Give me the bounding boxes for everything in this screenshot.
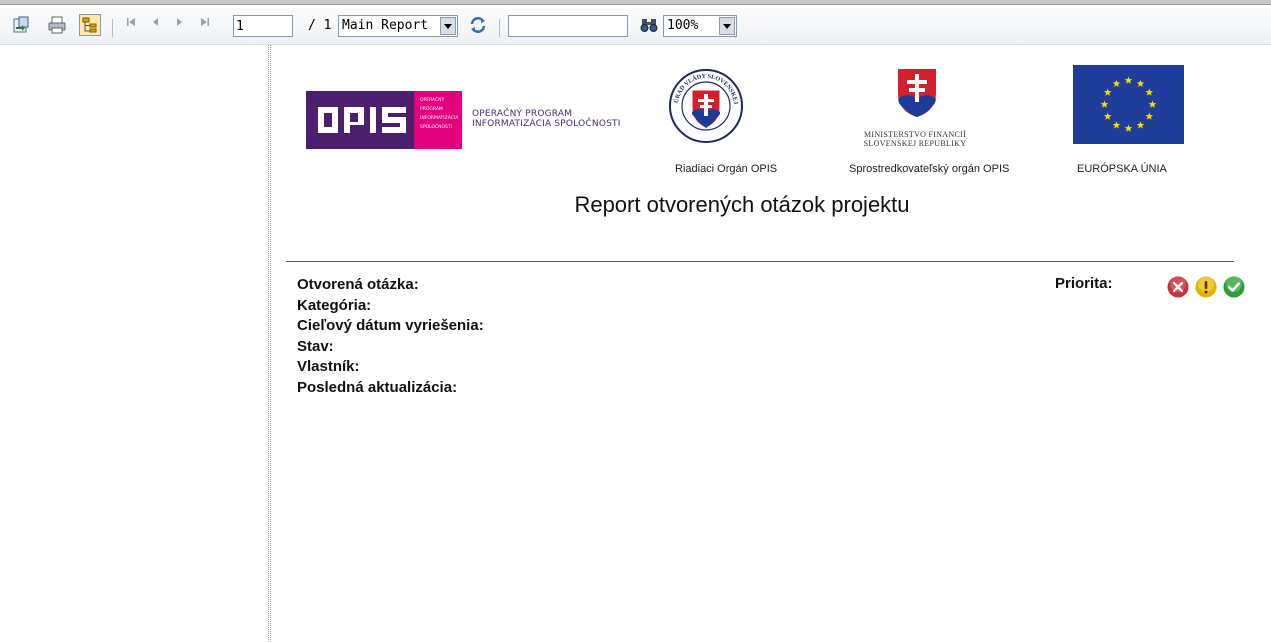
priority-label: Priorita: <box>1055 275 1113 292</box>
page-number-input[interactable] <box>233 15 293 37</box>
chevron-down-icon[interactable] <box>440 17 456 35</box>
search-input[interactable] <box>508 15 628 37</box>
ministry-crest <box>898 69 936 117</box>
opis-caption: OPERAČNÝ PROGRAM INFORMATIZÁCIA SPOLOČNO… <box>472 109 621 129</box>
government-office-seal: ÚRAD VLÁDY SLOVENSKEJ REPUBLIKY <box>668 68 743 143</box>
priority-medium-icon <box>1195 276 1217 298</box>
caption-sprostredkovatelsky-organ: Sprostredkovateľský orgán OPIS <box>849 163 1010 175</box>
report-title: Report otvorených otázok projektu <box>574 192 910 217</box>
report-page: OPERAČNÝ PROGRAM INFORMATIZÁCIA SPOLOČNO… <box>272 46 1271 642</box>
field-last-update: Posledná aktualizácia: <box>297 378 458 396</box>
binoculars-icon <box>640 19 658 32</box>
export-icon <box>13 16 29 33</box>
eu-flag <box>1073 65 1184 144</box>
report-select[interactable]: Main Report <box>338 15 458 37</box>
opis-caption-line1: OPERAČNÝ PROGRAM <box>472 109 573 119</box>
report-viewer-toolbar: / 1 Main Report 100% <box>0 8 1271 44</box>
field-target-date: Cieľový dátum vyriešenia: <box>297 317 484 334</box>
toolbar-separator <box>499 19 500 37</box>
report-header-rule <box>286 261 1234 262</box>
export-button[interactable] <box>10 14 32 36</box>
find-button[interactable] <box>638 14 660 36</box>
group-tree-splitter[interactable] <box>268 45 271 642</box>
field-status: Stav: <box>297 337 334 355</box>
field-owner: Vlastník: <box>297 358 360 375</box>
opis-logo-small-text: OPERAČNÝ <box>420 96 445 103</box>
refresh-icon <box>470 17 486 33</box>
report-select-value: Main Report <box>342 18 429 33</box>
first-page-button[interactable] <box>124 16 138 31</box>
ministry-line1: MINISTERSTVO FINANCIÍ <box>863 130 967 139</box>
toggle-group-tree-button[interactable] <box>79 14 101 36</box>
print-button[interactable] <box>46 14 68 36</box>
caption-riadiaci-organ: Riadiaci Orgán OPIS <box>675 163 778 175</box>
last-page-button[interactable] <box>198 16 212 31</box>
refresh-button[interactable] <box>467 14 489 36</box>
question-fields: Otvorená otázka: Kategória: Cieľový dátu… <box>297 275 484 398</box>
tree-icon <box>82 17 97 33</box>
printer-icon <box>48 16 66 34</box>
priority-high-icon <box>1167 276 1189 298</box>
window-top-border <box>0 0 1271 5</box>
field-open-question: Otvorená otázka: <box>297 276 419 293</box>
svg-text:INFORMATIZÁCIA: INFORMATIZÁCIA <box>420 114 459 121</box>
next-page-icon <box>177 18 182 26</box>
ministry-line2: SLOVENSKEJ REPUBLIKY <box>863 139 967 148</box>
opis-caption-line2: INFORMATIZÁCIA SPOLOČNOSTI <box>472 119 621 129</box>
svg-text:SPOLOČNOSTI: SPOLOČNOSTI <box>420 123 452 130</box>
priority-low-icon <box>1223 276 1245 298</box>
opis-logo: OPERAČNÝ PROGRAM INFORMATIZÁCIA SPOLOČNO… <box>306 91 462 149</box>
chevron-down-icon[interactable] <box>719 17 735 35</box>
page-total-label: / 1 <box>308 18 332 33</box>
toolbar-divider <box>0 44 1271 45</box>
first-page-icon <box>127 18 135 26</box>
field-category: Kategória: <box>297 296 372 314</box>
previous-page-icon <box>153 18 158 26</box>
previous-page-button[interactable] <box>148 16 162 31</box>
zoom-select[interactable]: 100% <box>663 15 737 37</box>
caption-eu: EURÓPSKA ÚNIA <box>1077 163 1167 175</box>
next-page-button[interactable] <box>173 16 187 31</box>
ministry-text: MINISTERSTVO FINANCIÍ SLOVENSKEJ REPUBLI… <box>850 130 980 148</box>
toolbar-separator <box>112 19 113 37</box>
svg-text:PROGRAM: PROGRAM <box>420 106 443 112</box>
zoom-select-value: 100% <box>667 18 699 33</box>
last-page-icon <box>201 18 209 26</box>
